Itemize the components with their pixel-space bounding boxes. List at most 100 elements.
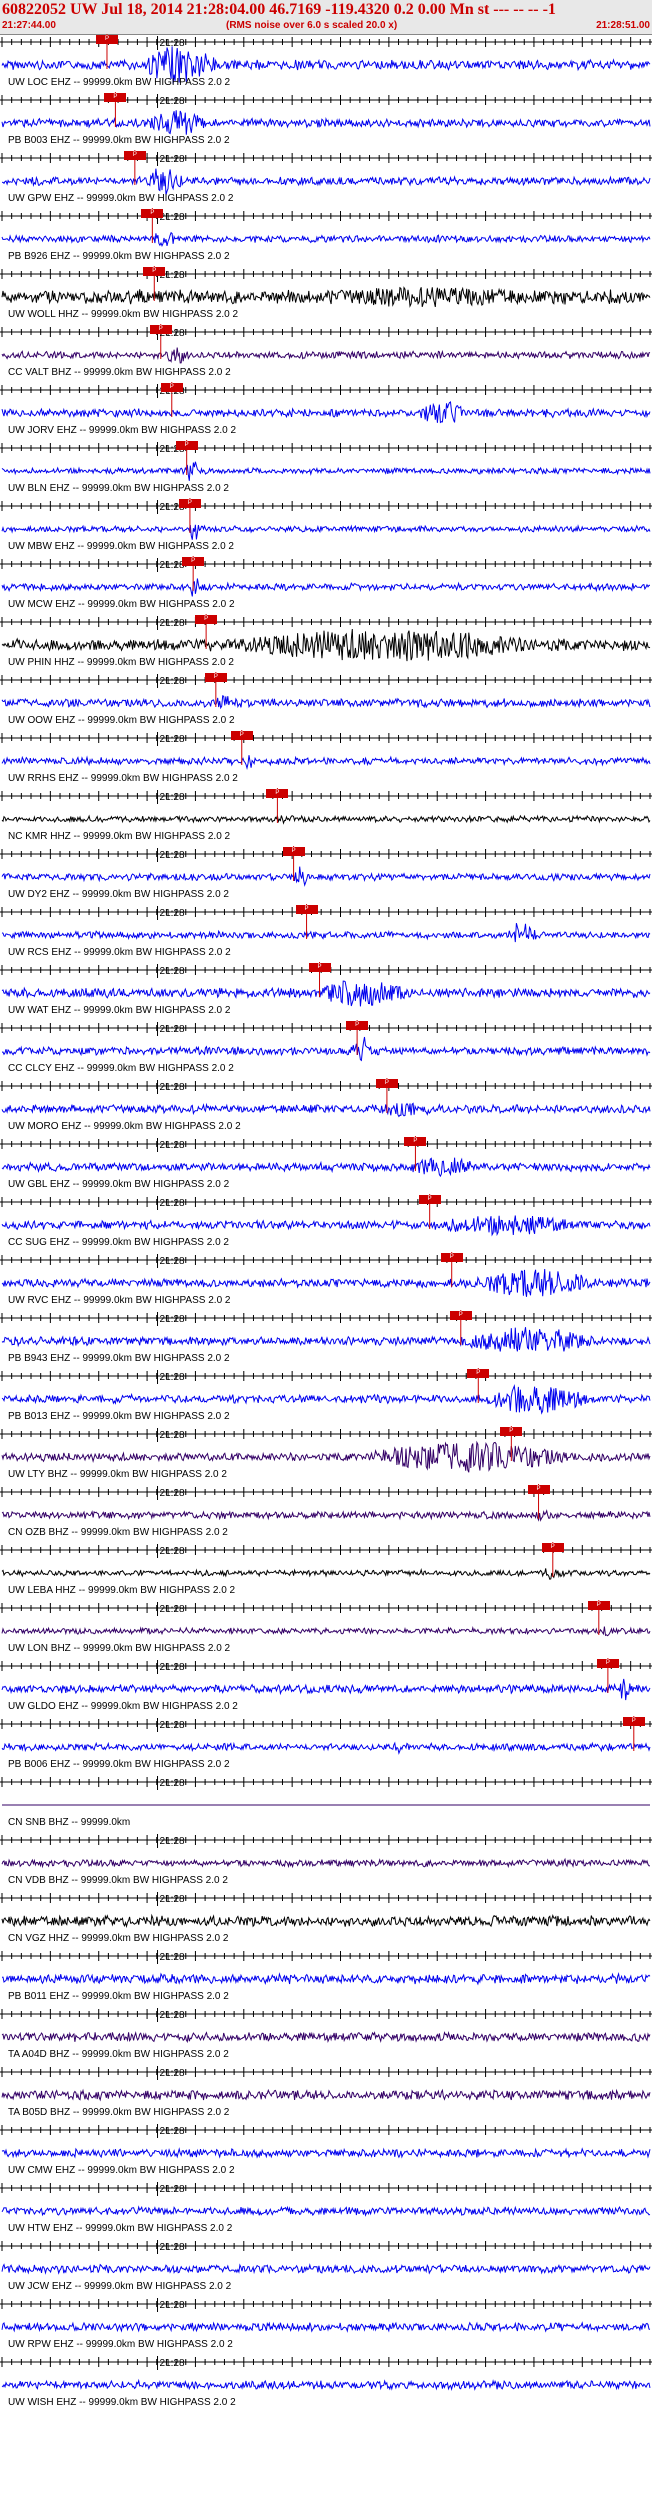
pick-marker: P	[266, 789, 289, 798]
start-time: 21:27:44.00	[2, 20, 56, 31]
waveform	[1, 347, 651, 364]
trace-row: 21:28 UW LON BHZ -- 99999.0km BW HIGHPASS…	[0, 1600, 652, 1658]
station-label: PB B011 EHZ -- 99999.0km BW HIGHPASS 2.0…	[8, 1991, 229, 2002]
waveform	[1, 1036, 651, 1062]
pick-marker: P	[346, 1021, 369, 1030]
time-marker-label: 21:28	[159, 2126, 185, 2137]
station-label: UW MBW EHZ -- 99999.0km BW HIGHPASS 2.0 …	[8, 541, 234, 552]
trace-row: 21:28 UW JCW EHZ -- 99999.0km BW HIGHPASS…	[0, 2238, 652, 2296]
trace-row: 21:28 CC VALT BHZ -- 99999.0km BW HIGHPAS…	[0, 324, 652, 382]
pick-marker: P	[282, 847, 305, 856]
trace-row: 21:28 CC CLCY EHZ -- 99999.0km BW HIGHPAS…	[0, 1020, 652, 1078]
trace-row: 21:28 PB B943 EHZ -- 99999.0km BW HIGHPAS…	[0, 1310, 652, 1368]
pick-marker: P	[404, 1137, 427, 1146]
waveform	[1, 1857, 651, 1869]
pick-marker: P	[527, 1485, 550, 1494]
time-marker-label: 21:28	[159, 1836, 185, 1847]
station-label: UW WOLL HHZ -- 99999.0km BW HIGHPASS 2.0…	[8, 309, 239, 320]
trace-row: 21:28 UW GPW EHZ -- 99999.0km BW HIGHPASS…	[0, 150, 652, 208]
time-marker-label: 21:28	[159, 734, 185, 745]
waveform	[1, 755, 651, 770]
trace-row: 21:28 CN OZB BHZ -- 99999.0km BW HIGHPASS…	[0, 1484, 652, 1542]
pick-marker: P	[449, 1311, 472, 1320]
station-label: UW GBL EHZ -- 99999.0km BW HIGHPASS 2.0 …	[8, 1179, 230, 1190]
waveform	[1, 286, 651, 308]
time-marker-label: 21:28	[159, 792, 185, 803]
pick-marker: P	[95, 35, 118, 44]
station-label: UW PHIN HHZ -- 99999.0km BW HIGHPASS 2.0…	[8, 657, 234, 668]
waveform	[1, 2378, 651, 2391]
station-label: UW WAT EHZ -- 99999.0km BW HIGHPASS 2.0 …	[8, 1005, 231, 1016]
pick-marker: P	[195, 615, 218, 624]
pick-marker: P	[123, 151, 146, 160]
pick-marker: P	[141, 209, 164, 218]
station-label: PB B926 EHZ -- 99999.0km BW HIGHPASS 2.0…	[8, 251, 230, 262]
waveform	[1, 1384, 651, 1415]
waveform	[1, 1268, 651, 1297]
trace-row: 21:28UW JORV EHZ -- 99999.0km BW HIGHPAS…	[0, 382, 652, 440]
pick-marker: P	[143, 267, 166, 276]
seismogram-plot: 21:28 UW LOC EHZ -- 99999.0km BW HIGHPASS…	[0, 34, 652, 2498]
station-label: CN VDB BHZ -- 99999.0km BW HIGHPASS 2.0 …	[8, 1875, 228, 1886]
trace-row: 21:28 UW BLN EHZ -- 99999.0km BW HIGHPASS…	[0, 440, 652, 498]
time-marker-label: 21:28	[159, 1140, 185, 1151]
trace-row: 21:28 UW MCW EHZ -- 99999.0km BW HIGHPASS…	[0, 556, 652, 614]
station-label: UW OOW EHZ -- 99999.0km BW HIGHPASS 2.0 …	[8, 715, 235, 726]
time-marker-label: 21:28	[159, 1604, 185, 1615]
time-marker-label: 21:28	[159, 2358, 185, 2369]
pick-marker: P	[182, 557, 205, 566]
station-label: TA A04D BHZ -- 99999.0km BW HIGHPASS 2.0…	[8, 2049, 229, 2060]
waveform	[1, 1102, 651, 1118]
pick-marker: P	[104, 93, 127, 102]
time-marker-label: 21:28	[159, 1430, 185, 1441]
trace-row: 21:28 CN VDB BHZ -- 99999.0km BW HIGHPASS…	[0, 1832, 652, 1890]
station-label: UW CMW EHZ -- 99999.0km BW HIGHPASS 2.0 …	[8, 2165, 235, 2176]
pick-marker: P	[622, 1717, 645, 1726]
waveform	[1, 814, 651, 825]
pick-marker: P	[467, 1369, 490, 1378]
station-label: UW HTW EHZ -- 99999.0km BW HIGHPASS 2.0 …	[8, 2223, 233, 2234]
time-marker-label: 21:28	[159, 2068, 185, 2079]
pick-marker: P	[204, 673, 227, 682]
waveform	[1, 524, 651, 540]
time-marker-label: 21:28	[159, 1314, 185, 1325]
station-label: UW JCW EHZ -- 99999.0km BW HIGHPASS 2.0 …	[8, 2281, 232, 2292]
waveform	[1, 1626, 651, 1637]
pick-marker: P	[418, 1195, 441, 1204]
time-marker-label: 21:28	[159, 1952, 185, 1963]
station-label: UW RCS EHZ -- 99999.0km BW HIGHPASS 2.0 …	[8, 947, 231, 958]
end-time: 21:28:51.00	[596, 20, 650, 31]
pick-marker: P	[149, 325, 172, 334]
station-label: UW LON BHZ -- 99999.0km BW HIGHPASS 2.0 …	[8, 1643, 231, 1654]
time-marker-label: 21:28	[159, 908, 185, 919]
plot-header: 60822052 UW Jul 18, 2014 21:28:04.00 46.…	[0, 0, 652, 35]
trace-row: 21:28 PB B003 EHZ -- 99999.0km BW HIGHPAS…	[0, 92, 652, 150]
pick-marker: P	[596, 1659, 619, 1668]
time-marker-label: 21:28	[159, 560, 185, 571]
trace-row: 21:28 UW GBL EHZ -- 99999.0km BW HIGHPASS…	[0, 1136, 652, 1194]
time-marker-label: 21:28	[159, 2010, 185, 2021]
time-marker-label: 21:28	[159, 1082, 185, 1093]
time-marker-label: 21:28	[159, 1372, 185, 1383]
waveform	[1, 2205, 651, 2217]
station-label: CN OZB BHZ -- 99999.0km BW HIGHPASS 2.0 …	[8, 1527, 228, 1538]
waveform	[1, 110, 651, 135]
trace-row: 21:28 UW MBW EHZ -- 99999.0km BW HIGHPASS…	[0, 498, 652, 556]
station-label: PB B003 EHZ -- 99999.0km BW HIGHPASS 2.0…	[8, 135, 230, 146]
waveform	[1, 980, 651, 1007]
pick-marker: P	[308, 963, 331, 972]
waveform	[1, 1215, 651, 1237]
station-label: UW GPW EHZ -- 99999.0km BW HIGHPASS 2.0 …	[8, 193, 234, 204]
trace-row: 21:28 UW RCS EHZ -- 99999.0km BW HIGHPASS…	[0, 904, 652, 962]
waveform	[1, 2147, 651, 2159]
station-label: UW RVC EHZ -- 99999.0km BW HIGHPASS 2.0 …	[8, 1295, 231, 1306]
trace-row: 21:28 UW LEBA HHZ -- 99999.0km BW HIGHPAS…	[0, 1542, 652, 1600]
trace-row: 21:28 UW WOLL HHZ -- 99999.0km BW HIGHPAS…	[0, 266, 652, 324]
waveform	[1, 922, 651, 943]
waveform	[1, 2321, 651, 2333]
trace-row: 21:28 UW MORO EHZ -- 99999.0km BW HIGHPAS…	[0, 1078, 652, 1136]
station-label: PB B006 EHZ -- 99999.0km BW HIGHPASS 2.0…	[8, 1759, 230, 1770]
station-label: CN SNB BHZ -- 99999.0km	[8, 1817, 131, 1828]
station-label: CC VALT BHZ -- 99999.0km BW HIGHPASS 2.0…	[8, 367, 231, 378]
station-label: UW WISH EHZ -- 99999.0km BW HIGHPASS 2.0…	[8, 2397, 236, 2408]
